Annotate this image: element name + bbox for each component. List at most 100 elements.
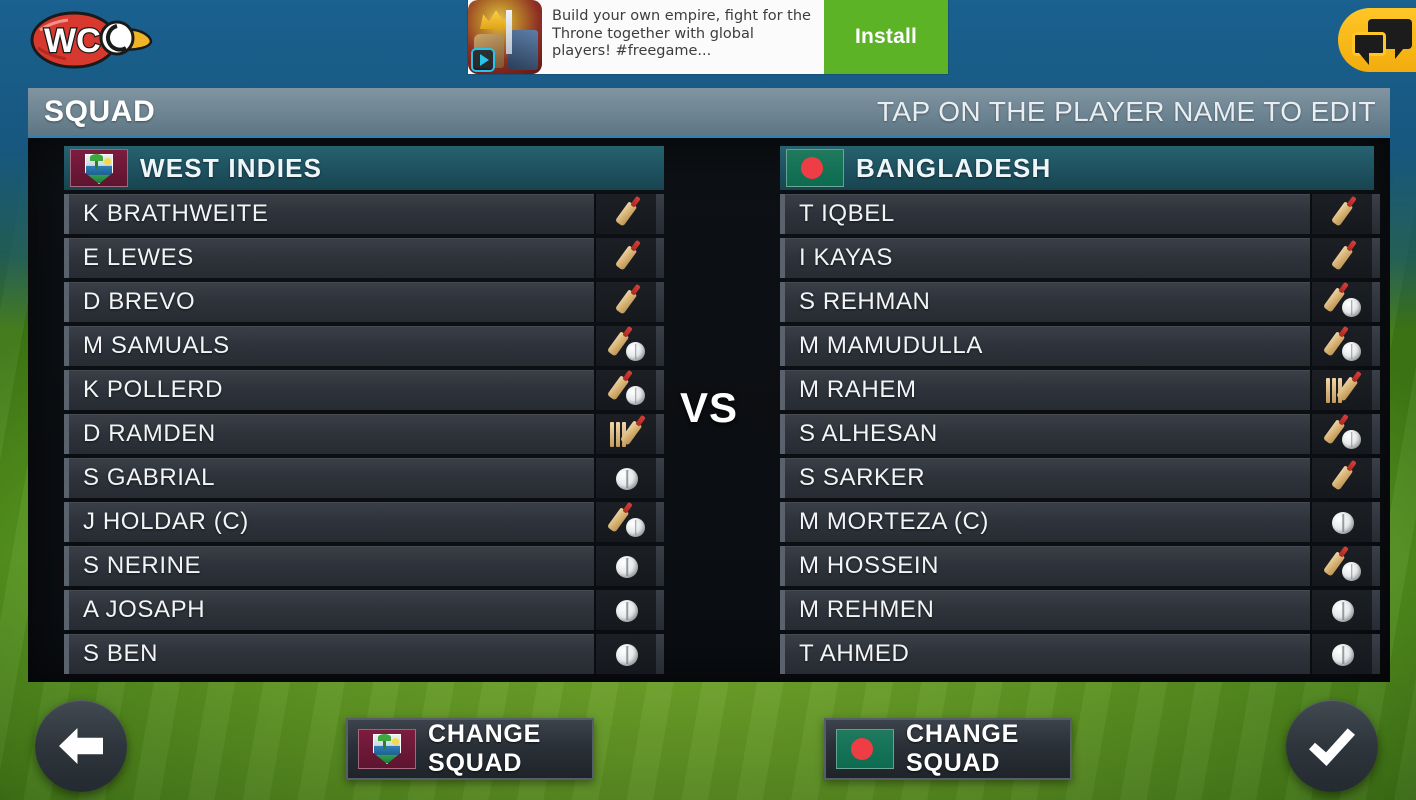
player-row[interactable]: D RAMDEN xyxy=(64,414,664,454)
player-row[interactable]: T AHMED xyxy=(780,634,1380,674)
player-role-bowler-icon xyxy=(594,590,656,630)
player-row[interactable]: S NERINE xyxy=(64,546,664,586)
player-name[interactable]: I KAYAS xyxy=(780,238,1310,278)
player-role-keeper-icon xyxy=(594,414,656,454)
back-button[interactable] xyxy=(35,700,127,792)
player-name[interactable]: T AHMED xyxy=(780,634,1310,674)
player-name[interactable]: D RAMDEN xyxy=(64,414,594,454)
team-header-west-indies: WEST INDIES xyxy=(64,146,664,190)
row-end-cap xyxy=(1372,194,1380,234)
row-end-cap xyxy=(656,326,664,366)
player-name[interactable]: M MORTEZA (C) xyxy=(780,502,1310,542)
player-row[interactable]: S ALHESAN xyxy=(780,414,1380,454)
row-end-cap xyxy=(656,370,664,410)
player-name[interactable]: S SARKER xyxy=(780,458,1310,498)
player-name[interactable]: A JOSAPH xyxy=(64,590,594,630)
player-role-allrounder-icon xyxy=(1310,414,1372,454)
game-app-icon xyxy=(468,0,542,74)
player-name[interactable]: D BREVO xyxy=(64,282,594,322)
player-role-bowler-icon xyxy=(594,458,656,498)
player-role-bowler-icon xyxy=(1310,502,1372,542)
player-name[interactable]: K POLLERD xyxy=(64,370,594,410)
player-name[interactable]: T IQBEL xyxy=(780,194,1310,234)
vs-divider-label: VS xyxy=(679,384,739,431)
player-row[interactable]: M RAHEM xyxy=(780,370,1380,410)
player-role-batsman-icon xyxy=(594,194,656,234)
row-end-cap xyxy=(656,282,664,322)
player-row[interactable]: M SAMUALS xyxy=(64,326,664,366)
player-row[interactable]: K BRATHWEITE xyxy=(64,194,664,234)
bangladesh-flag-icon xyxy=(836,729,894,769)
player-list-bangladesh: T IQBEL I KAYAS S REHMAN M MAMUDULLA M R… xyxy=(780,194,1380,674)
change-squad-label: CHANGE SQUAD xyxy=(428,720,542,777)
player-row[interactable]: M MAMUDULLA xyxy=(780,326,1380,366)
player-role-bowler-icon xyxy=(1310,634,1372,674)
check-mark-icon xyxy=(1309,728,1355,766)
player-name[interactable]: M REHMEN xyxy=(780,590,1310,630)
player-row[interactable]: M REHMEN xyxy=(780,590,1380,630)
confirm-button[interactable] xyxy=(1286,700,1378,792)
player-role-allrounder-icon xyxy=(594,326,656,366)
player-role-allrounder-icon xyxy=(1310,282,1372,322)
player-row[interactable]: M MORTEZA (C) xyxy=(780,502,1380,542)
change-squad-label: CHANGE SQUAD xyxy=(906,720,1020,777)
player-name[interactable]: S NERINE xyxy=(64,546,594,586)
team-column-bangladesh: BANGLADESH T IQBEL I KAYAS S REHMAN M MA… xyxy=(780,146,1380,678)
ad-install-button[interactable]: Install xyxy=(824,0,948,74)
player-name[interactable]: M RAHEM xyxy=(780,370,1310,410)
player-name[interactable]: S GABRIAL xyxy=(64,458,594,498)
wcc-logo: WC xyxy=(30,11,153,69)
player-role-batsman-icon xyxy=(594,238,656,278)
player-name[interactable]: S REHMAN xyxy=(780,282,1310,322)
player-list-west-indies: K BRATHWEITE E LEWES D BREVO M SAMUALS K… xyxy=(64,194,664,674)
player-row[interactable]: S SARKER xyxy=(780,458,1380,498)
player-row[interactable]: K POLLERD xyxy=(64,370,664,410)
player-row[interactable]: T IQBEL xyxy=(780,194,1380,234)
player-role-allrounder-icon xyxy=(594,502,656,542)
player-row[interactable]: S GABRIAL xyxy=(64,458,664,498)
player-name[interactable]: M MAMUDULLA xyxy=(780,326,1310,366)
row-end-cap xyxy=(1372,238,1380,278)
back-arrow-icon xyxy=(59,728,103,764)
player-row[interactable]: S BEN xyxy=(64,634,664,674)
player-role-allrounder-icon xyxy=(594,370,656,410)
player-role-batsman-icon xyxy=(1310,458,1372,498)
change-squad-button-west-indies[interactable]: CHANGE SQUAD xyxy=(346,718,594,780)
player-name[interactable]: S BEN xyxy=(64,634,594,674)
player-name[interactable]: S ALHESAN xyxy=(780,414,1310,454)
chat-bubbles-icon[interactable] xyxy=(1338,8,1416,72)
player-role-batsman-icon xyxy=(1310,194,1372,234)
player-row[interactable]: J HOLDAR (C) xyxy=(64,502,664,542)
player-row[interactable]: M HOSSEIN xyxy=(780,546,1380,586)
player-role-allrounder-icon xyxy=(1310,326,1372,366)
team-column-west-indies: WEST INDIES K BRATHWEITE E LEWES D BREVO… xyxy=(64,146,664,678)
row-end-cap xyxy=(656,634,664,674)
row-end-cap xyxy=(656,546,664,586)
player-row[interactable]: A JOSAPH xyxy=(64,590,664,630)
row-end-cap xyxy=(656,238,664,278)
player-name[interactable]: E LEWES xyxy=(64,238,594,278)
row-end-cap xyxy=(656,502,664,542)
row-end-cap xyxy=(656,414,664,454)
row-end-cap xyxy=(1372,590,1380,630)
row-end-cap xyxy=(1372,546,1380,586)
ad-text: Build your own empire, fight for the Thr… xyxy=(552,8,811,59)
player-row[interactable]: S REHMAN xyxy=(780,282,1380,322)
player-name[interactable]: J HOLDAR (C) xyxy=(64,502,594,542)
play-store-badge-icon xyxy=(471,48,495,72)
player-row[interactable]: E LEWES xyxy=(64,238,664,278)
player-row[interactable]: D BREVO xyxy=(64,282,664,322)
page-title: SQUAD xyxy=(44,95,156,128)
player-role-batsman-icon xyxy=(594,282,656,322)
squad-header-bar: SQUAD TAP ON THE PLAYER NAME TO EDIT xyxy=(28,88,1390,136)
player-role-allrounder-icon xyxy=(1310,546,1372,586)
player-row[interactable]: I KAYAS xyxy=(780,238,1380,278)
svg-text:WC: WC xyxy=(44,22,101,60)
ad-banner[interactable]: Build your own empire, fight for the Thr… xyxy=(468,0,948,74)
player-name[interactable]: K BRATHWEITE xyxy=(64,194,594,234)
change-squad-button-bangladesh[interactable]: CHANGE SQUAD xyxy=(824,718,1072,780)
player-role-bowler-icon xyxy=(594,634,656,674)
player-name[interactable]: M SAMUALS xyxy=(64,326,594,366)
west-indies-crest-icon xyxy=(358,729,416,769)
player-name[interactable]: M HOSSEIN xyxy=(780,546,1310,586)
